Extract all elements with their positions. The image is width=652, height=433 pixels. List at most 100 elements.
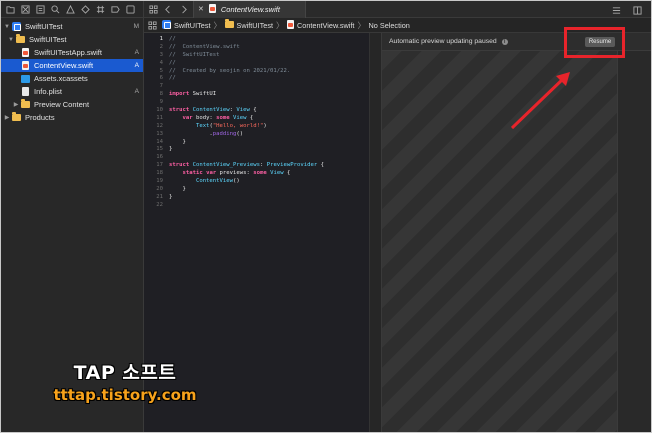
grid-icon[interactable]: [147, 3, 159, 15]
code-lines[interactable]: //// ContentView.swift// SwiftUITest////…: [169, 36, 365, 210]
forward-icon[interactable]: [177, 3, 189, 15]
tree-item-group[interactable]: ▼ SwiftUITest: [1, 33, 143, 46]
code-line[interactable]: // Created by seojin on 2021/01/22.: [169, 68, 365, 76]
tree-item-file-selected[interactable]: ContentView.swift A: [1, 59, 143, 72]
folder-icon[interactable]: [5, 4, 15, 14]
code-line[interactable]: }: [169, 139, 365, 147]
line-number[interactable]: 14: [144, 139, 164, 147]
code-line[interactable]: // SwiftUITest: [169, 52, 365, 60]
code-line[interactable]: // ContentView.swift: [169, 44, 365, 52]
tab-label: ContentView.swift: [220, 4, 280, 14]
code-line[interactable]: struct ContentView: View {: [169, 107, 365, 115]
resume-highlight-box: [564, 27, 625, 58]
close-icon[interactable]: ✕: [198, 5, 204, 13]
find-icon[interactable]: [50, 4, 60, 14]
breadcrumb-label: No Selection: [368, 20, 410, 30]
plist-icon: [20, 87, 30, 96]
chevron-right-icon[interactable]: ▶: [3, 114, 11, 121]
line-number[interactable]: 1: [144, 36, 164, 44]
report-icon[interactable]: [125, 4, 135, 14]
folder-icon: [224, 18, 234, 30]
tree-item-project[interactable]: ▼ SwiftUITest M: [1, 20, 143, 33]
line-number[interactable]: 19: [144, 178, 164, 186]
tree-item-label: Products: [25, 113, 55, 122]
code-line[interactable]: var body: some View {: [169, 115, 365, 123]
line-number[interactable]: 22: [144, 202, 164, 210]
code-line[interactable]: [169, 154, 365, 162]
code-line[interactable]: }: [169, 194, 365, 202]
breadcrumb-symbol[interactable]: No Selection: [368, 21, 409, 30]
chevron-right-icon[interactable]: ▶: [12, 101, 20, 108]
code-line[interactable]: //: [169, 36, 365, 44]
tree-item-file[interactable]: SwiftUITestApp.swift A: [1, 46, 143, 59]
line-number[interactable]: 4: [144, 60, 164, 68]
back-icon[interactable]: [162, 3, 174, 15]
info-icon[interactable]: i: [501, 38, 508, 45]
chevron-right-icon: 〉: [213, 20, 222, 30]
code-line[interactable]: [169, 99, 365, 107]
code-line[interactable]: }: [169, 186, 365, 194]
breadcrumb-label: SwiftUITest: [174, 20, 211, 30]
folder-icon: [15, 34, 25, 44]
tree-item-file[interactable]: Assets.xcassets: [1, 72, 143, 85]
hierarchy-icon[interactable]: [35, 4, 45, 14]
line-number[interactable]: 17: [144, 162, 164, 170]
line-number[interactable]: 15: [144, 146, 164, 154]
tree-item-group[interactable]: ▶ Preview Content: [1, 98, 143, 111]
code-line[interactable]: ContentView(): [169, 178, 365, 186]
breadcrumb-file[interactable]: ContentView.swift: [287, 19, 355, 31]
editor-options-icon[interactable]: [610, 4, 622, 16]
code-line[interactable]: .padding(): [169, 131, 365, 139]
tree-item-label: ContentView.swift: [34, 61, 94, 70]
source-control-icon[interactable]: [20, 4, 30, 14]
breadcrumb-group[interactable]: SwiftUITest: [224, 18, 273, 30]
line-number[interactable]: 21: [144, 194, 164, 202]
folder-icon: [11, 112, 21, 122]
line-number[interactable]: 10: [144, 107, 164, 115]
status-badge: A: [134, 62, 139, 69]
line-number[interactable]: 11: [144, 115, 164, 123]
tree-item-group[interactable]: ▶ Products: [1, 111, 143, 124]
debug-icon[interactable]: [95, 4, 105, 14]
code-line[interactable]: //: [169, 60, 365, 68]
tree-item-label: Info.plist: [34, 87, 62, 96]
line-number[interactable]: 9: [144, 99, 164, 107]
breakpoint-icon[interactable]: [110, 4, 120, 14]
line-number[interactable]: 6: [144, 75, 164, 83]
swift-file-icon: [20, 61, 30, 70]
line-number[interactable]: 13: [144, 131, 164, 139]
issue-icon[interactable]: [65, 4, 75, 14]
line-number[interactable]: 8: [144, 91, 164, 99]
line-number[interactable]: 12: [144, 123, 164, 131]
line-number[interactable]: 20: [144, 186, 164, 194]
line-number[interactable]: 7: [144, 83, 164, 91]
annotation-arrow: [510, 72, 570, 130]
line-number[interactable]: 18: [144, 170, 164, 178]
related-items-icon[interactable]: [148, 20, 157, 30]
code-line[interactable]: struct ContentView_Previews: PreviewProv…: [169, 162, 365, 170]
code-line[interactable]: Text("Hello, world!"): [169, 123, 365, 131]
tree-item-file[interactable]: Info.plist A: [1, 85, 143, 98]
tree-item-label: SwiftUITestApp.swift: [34, 48, 102, 57]
code-line[interactable]: import SwiftUI: [169, 91, 365, 99]
line-number[interactable]: 16: [144, 154, 164, 162]
code-line[interactable]: //: [169, 75, 365, 83]
file-tree: ▼ SwiftUITest M ▼ SwiftUITest SwiftUITes…: [1, 18, 143, 124]
code-line[interactable]: [169, 202, 365, 210]
code-line[interactable]: [169, 83, 365, 91]
chevron-down-icon[interactable]: ▼: [7, 37, 15, 43]
split-editor-icon[interactable]: [631, 4, 643, 16]
tab-contentview[interactable]: ✕ ContentView.swift: [193, 1, 306, 18]
chevron-down-icon[interactable]: ▼: [3, 24, 11, 30]
code-line[interactable]: }: [169, 146, 365, 154]
editor-options: [607, 4, 643, 16]
breadcrumb-project[interactable]: SwiftUITest: [162, 19, 211, 31]
line-number[interactable]: 3: [144, 52, 164, 60]
assets-icon: [20, 74, 30, 83]
line-number[interactable]: 2: [144, 44, 164, 52]
breadcrumb-label: ContentView.swift: [297, 20, 355, 30]
code-line[interactable]: static var previews: some View {: [169, 170, 365, 178]
line-number[interactable]: 5: [144, 68, 164, 76]
test-icon[interactable]: [80, 4, 90, 14]
canvas-divider[interactable]: [370, 33, 382, 432]
